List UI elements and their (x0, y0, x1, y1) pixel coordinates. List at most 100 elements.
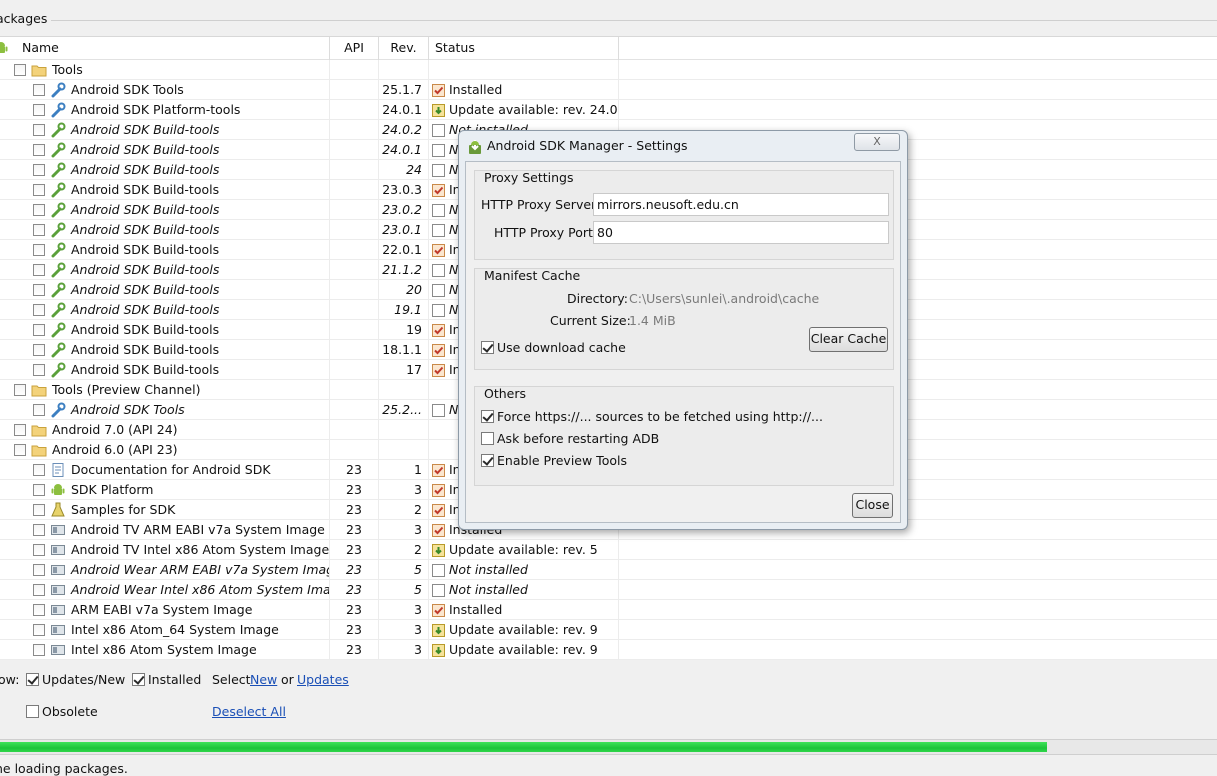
row-checkbox[interactable] (33, 144, 45, 156)
deselect-all-link[interactable]: Deselect All (212, 704, 286, 719)
table-row[interactable]: Tools (0, 60, 1217, 80)
row-checkbox[interactable] (33, 504, 45, 516)
rev-cell: 23.0.3 (379, 180, 429, 200)
name-cell: Android Wear Intel x86 Atom System Image (0, 580, 330, 600)
table-row[interactable]: Android Wear ARM EABI v7a System Image 23… (0, 560, 1217, 580)
name-cell: Android SDK Build-tools (0, 360, 330, 380)
row-checkbox[interactable] (33, 124, 45, 136)
document-icon (50, 462, 66, 478)
proxy-settings-title: Proxy Settings (484, 170, 574, 185)
row-checkbox[interactable] (33, 84, 45, 96)
package-name: Android SDK Build-tools (71, 162, 220, 177)
table-row[interactable]: ARM EABI v7a System Image 23 3 Installed (0, 600, 1217, 620)
row-checkbox[interactable] (33, 524, 45, 536)
row-checkbox[interactable] (33, 404, 45, 416)
checkbox-box[interactable] (481, 432, 494, 445)
checkbox-box[interactable] (132, 673, 145, 686)
checkbox-box[interactable] (26, 705, 39, 718)
column-header-name[interactable]: Name (0, 37, 330, 60)
table-row[interactable]: Android TV Intel x86 Atom System Image 23… (0, 540, 1217, 560)
row-checkbox[interactable] (33, 204, 45, 216)
table-row[interactable]: Android SDK Platform-tools 24.0.1 Update a… (0, 100, 1217, 120)
build-tools-icon (50, 282, 66, 298)
select-new-link[interactable]: New (250, 672, 277, 687)
row-checkbox[interactable] (33, 244, 45, 256)
row-checkbox[interactable] (14, 424, 26, 436)
row-checkbox[interactable] (33, 284, 45, 296)
use-download-cache-checkbox[interactable]: Use download cache (481, 340, 626, 355)
table-row[interactable]: Intel x86 Atom_64 System Image 23 3 Update … (0, 620, 1217, 640)
select-updates-link[interactable]: Updates (297, 672, 349, 687)
api-cell (330, 200, 379, 220)
api-cell (330, 220, 379, 240)
rev-cell: 20 (379, 280, 429, 300)
installed-icon (432, 323, 445, 337)
row-checkbox[interactable] (33, 464, 45, 476)
row-checkbox[interactable] (14, 64, 26, 76)
table-header: Name API Rev. Status (0, 37, 1217, 60)
build-tools-icon (50, 222, 66, 238)
row-checkbox[interactable] (33, 644, 45, 656)
name-cell: Android SDK Tools (0, 80, 330, 100)
package-name: Documentation for Android SDK (71, 462, 271, 477)
checkbox-box[interactable] (481, 454, 494, 467)
row-checkbox[interactable] (33, 604, 45, 616)
proxy-port-input[interactable]: 80 (593, 221, 889, 244)
build-tools-icon (50, 322, 66, 338)
obsolete-checkbox[interactable]: Obsolete (26, 704, 98, 719)
status-cell: Installed (429, 600, 619, 620)
row-checkbox[interactable] (33, 184, 45, 196)
row-checkbox[interactable] (33, 164, 45, 176)
row-checkbox[interactable] (33, 264, 45, 276)
api-cell: 23 (330, 560, 379, 580)
column-header-api[interactable]: API (330, 37, 379, 60)
row-checkbox[interactable] (33, 304, 45, 316)
row-checkbox[interactable] (33, 544, 45, 556)
row-checkbox[interactable] (33, 484, 45, 496)
package-name: Android SDK Build-tools (71, 222, 220, 237)
rev-cell (379, 440, 429, 460)
row-checkbox[interactable] (33, 224, 45, 236)
dialog-close-x-button[interactable]: X (854, 133, 900, 151)
table-row[interactable]: Intel x86 Atom System Image 23 3 Update ava… (0, 640, 1217, 660)
api-cell (330, 100, 379, 120)
row-checkbox[interactable] (33, 364, 45, 376)
package-name: Android SDK Tools (71, 82, 184, 97)
progress-bar (0, 739, 1217, 755)
package-name: ARM EABI v7a System Image (71, 602, 253, 617)
enable-preview-tools-checkbox[interactable]: Enable Preview Tools (481, 453, 627, 468)
select-label: Select (212, 672, 251, 687)
column-header-rev[interactable]: Rev. (379, 37, 429, 60)
checkbox-box[interactable] (26, 673, 39, 686)
installed-checkbox[interactable]: Installed (132, 672, 201, 687)
table-row[interactable]: Android SDK Tools 25.1.7 Installed (0, 80, 1217, 100)
force-https-checkbox[interactable]: Force https://... sources to be fetched … (481, 409, 823, 424)
updates-new-checkbox[interactable]: Updates/New (26, 672, 125, 687)
progress-fill (0, 742, 1047, 752)
row-checkbox[interactable] (33, 324, 45, 336)
row-checkbox[interactable] (33, 584, 45, 596)
build-tools-icon (50, 202, 66, 218)
column-header-status[interactable]: Status (429, 37, 619, 60)
row-checkbox[interactable] (33, 104, 45, 116)
build-tools-icon (50, 242, 66, 258)
proxy-server-input[interactable]: mirrors.neusoft.edu.cn (593, 193, 889, 216)
clear-cache-button[interactable]: Clear Cache (809, 327, 888, 352)
api-cell (330, 440, 379, 460)
row-checkbox[interactable] (33, 344, 45, 356)
table-row[interactable]: Android Wear Intel x86 Atom System Image… (0, 580, 1217, 600)
row-checkbox[interactable] (33, 564, 45, 576)
checkbox-box[interactable] (481, 341, 494, 354)
wrench-icon (50, 402, 66, 418)
name-cell: Android SDK Tools (0, 400, 330, 420)
ask-before-restarting-adb-checkbox[interactable]: Ask before restarting ADB (481, 431, 659, 446)
name-cell: Android Wear ARM EABI v7a System Image (0, 560, 330, 580)
checkbox-box[interactable] (481, 410, 494, 423)
row-checkbox[interactable] (14, 444, 26, 456)
row-checkbox[interactable] (33, 624, 45, 636)
row-checkbox[interactable] (14, 384, 26, 396)
manifest-cache-group: Manifest Cache Directory: C:\Users\sunle… (474, 268, 894, 370)
package-name: Android SDK Build-tools (71, 282, 220, 297)
close-button[interactable]: Close (852, 493, 893, 518)
rev-cell: 1 (379, 460, 429, 480)
